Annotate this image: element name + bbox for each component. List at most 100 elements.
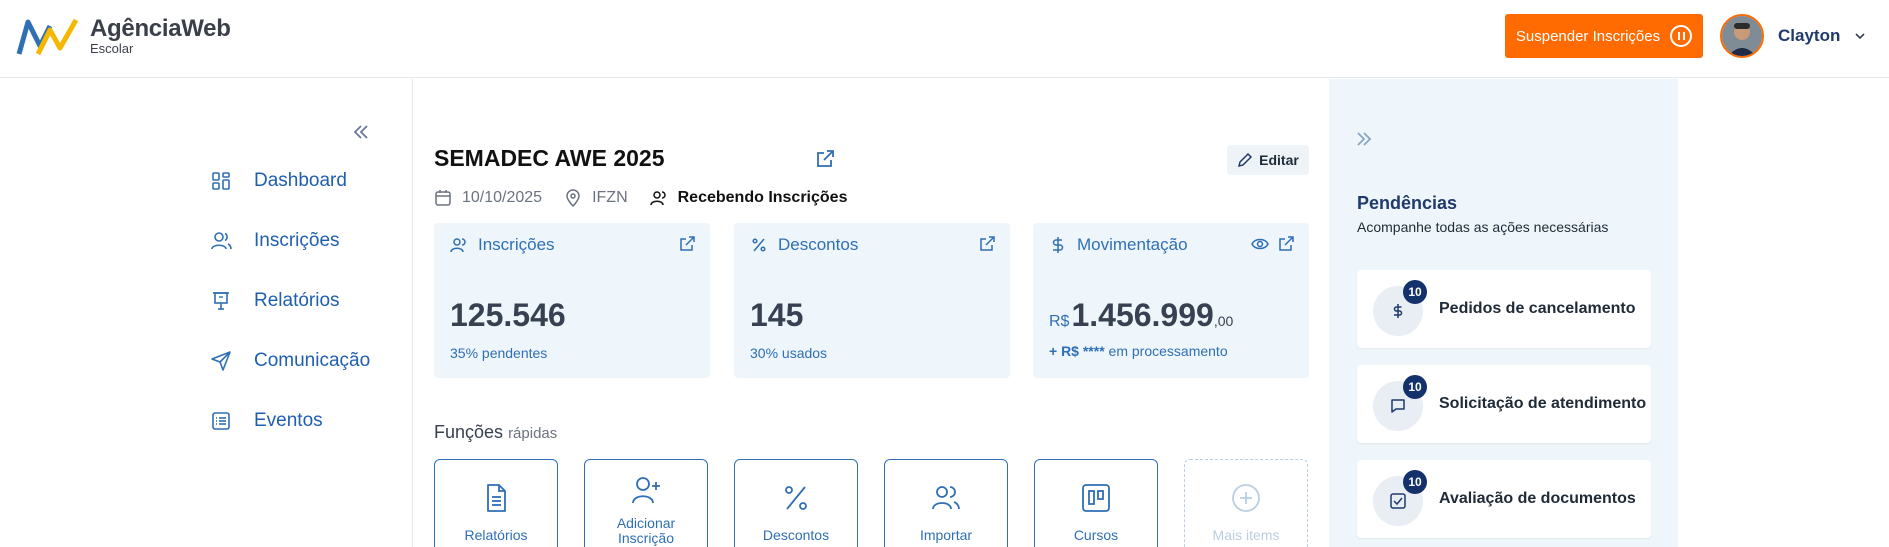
quick-descontos-button[interactable]: Descontos [734,459,858,547]
stat-sub: 30% usados [750,345,828,361]
stat-value: 145 [750,297,804,333]
sidebar-item-label: Eventos [254,410,323,431]
logo-mark-icon [16,18,79,56]
map-pin-icon [566,189,580,207]
pending-label: Pedidos de cancelamento [1439,300,1636,317]
quick-label: Descontos [762,527,830,543]
quick-label: Relatórios [464,527,528,543]
external-link-icon[interactable] [978,235,996,253]
pause-icon [1670,25,1693,47]
sidebar-item-dashboard[interactable]: Dashboard [210,166,347,196]
check-square-icon [1390,493,1406,509]
expand-panel-icon[interactable] [1354,129,1374,149]
sidebar-item-inscricoes[interactable]: Inscrições [210,226,340,256]
money-integer: 1.456.999 [1071,297,1214,333]
quick-relatorios-button[interactable]: Relatórios [434,459,558,547]
stat-card-descontos: Descontos 145 30% usados [734,223,1010,378]
pending-label: Solicitação de atendimento [1439,395,1647,412]
quick-title-main: Funções [434,422,504,442]
sidebar-item-comunicacao[interactable]: Comunicação [210,346,370,376]
stat-sub: + R$ **** em processamento [1049,343,1228,359]
percent-icon [785,486,807,510]
users-icon [211,232,232,250]
external-link-icon[interactable] [1277,235,1295,253]
pending-item-atendimento[interactable]: 10 Solicitação de atendimento [1357,365,1651,443]
stat-value: R$ 1.456.999 ,00 [1049,297,1233,334]
sidebar-item-label: Relatórios [254,290,340,311]
pending-panel: Pendências Acompanhe todas as ações nece… [1329,79,1678,547]
stat-card-movimentacao: Movimentação R$ 1.456.999 ,00 + R$ **** … [1033,223,1309,378]
sidebar-item-label: Comunicação [254,350,371,371]
users-icon [450,238,466,253]
main-content: SEMADEC AWE 2025 Editar 10/10/2025 IFZN … [414,79,1329,547]
logo[interactable]: AgênciaWeb Escolar [16,16,231,58]
quick-cursos-button[interactable]: Cursos [1034,459,1158,547]
currency-symbol: R$ [1049,313,1070,330]
stat-card-inscricoes: Inscrições 125.546 35% pendentes [434,223,710,378]
event-location: IFZN [592,189,628,206]
user-name: Clayton [1778,26,1841,45]
count-badge: 10 [1403,375,1427,399]
send-icon [211,351,231,371]
stat-label: Inscrições [478,235,555,254]
count-badge: 10 [1403,280,1427,304]
brand-name: AgênciaWeb [90,15,231,42]
quick-add-inscricao-button[interactable]: Adicionar Inscrição [584,459,708,547]
stat-sub: 35% pendentes [450,345,548,361]
list-icon [212,412,230,430]
dollar-icon [1393,304,1403,318]
chevron-down-icon[interactable] [1854,30,1866,42]
external-link-icon[interactable] [814,148,836,170]
chat-icon [1391,399,1405,413]
sidebar-item-relatorios[interactable]: Relatórios [210,286,340,316]
quick-label: Importar [919,527,973,543]
suspend-inscriptions-button[interactable]: Suspender Inscrições [1505,14,1703,58]
board-icon [1082,484,1110,512]
plus-circle-icon [1232,484,1260,512]
pending-subtitle: Acompanhe todas as ações necessárias [1357,219,1609,235]
user-plus-icon [632,477,660,504]
user-menu[interactable]: Clayton [1720,14,1866,58]
quick-label: Cursos [1073,527,1119,543]
quick-more-button[interactable]: Mais items [1184,459,1308,547]
quick-functions-title: Funções rápidas [434,422,557,443]
quick-label: Mais items [1212,527,1280,543]
calendar-icon [435,190,451,206]
edit-label: Editar [1259,152,1299,168]
quick-importar-button[interactable]: Importar [884,459,1008,547]
money-cents: ,00 [1213,313,1234,329]
sidebar: Dashboard Inscrições Relatórios Comunica… [0,79,413,547]
processing-text: em processamento [1104,343,1228,359]
grid-icon [212,172,230,190]
pending-item-documentos[interactable]: 10 Avaliação de documentos [1357,460,1651,538]
document-icon [487,484,506,512]
hidden-amount: + R$ **** [1049,343,1105,359]
page-title: SEMADEC AWE 2025 [434,145,665,171]
top-bar: AgênciaWeb Escolar Suspender Inscrições … [0,0,1889,78]
edit-button[interactable]: Editar [1227,145,1309,175]
external-link-icon[interactable] [678,235,696,253]
quick-label: Adicionar Inscrição [616,515,676,546]
suspend-label: Suspender Inscrições [1515,27,1661,45]
presentation-icon [213,292,229,310]
event-date: 10/10/2025 [462,189,543,206]
quick-title-small: rápidas [508,425,558,442]
eye-icon[interactable] [1251,235,1269,253]
count-badge: 10 [1403,470,1427,494]
avatar [1720,14,1764,58]
collapse-sidebar-icon[interactable] [350,121,372,143]
pending-item-cancelamento[interactable]: 10 Pedidos de cancelamento [1357,270,1651,348]
percent-icon [752,238,766,252]
brand-sub: Escolar [90,41,134,56]
users-icon [932,486,960,510]
stat-label: Movimentação [1077,235,1188,254]
users-status-icon [649,191,666,206]
event-meta: 10/10/2025 IFZN Recebendo Inscrições [434,189,847,207]
sidebar-item-eventos[interactable]: Eventos [210,406,323,436]
stat-label: Descontos [778,235,859,254]
pending-title: Pendências [1357,193,1458,213]
sidebar-item-label: Inscrições [254,230,340,251]
status-badge: Recebendo Inscrições [677,189,848,206]
pending-label: Avaliação de documentos [1439,490,1636,507]
edit-icon [1238,152,1253,168]
